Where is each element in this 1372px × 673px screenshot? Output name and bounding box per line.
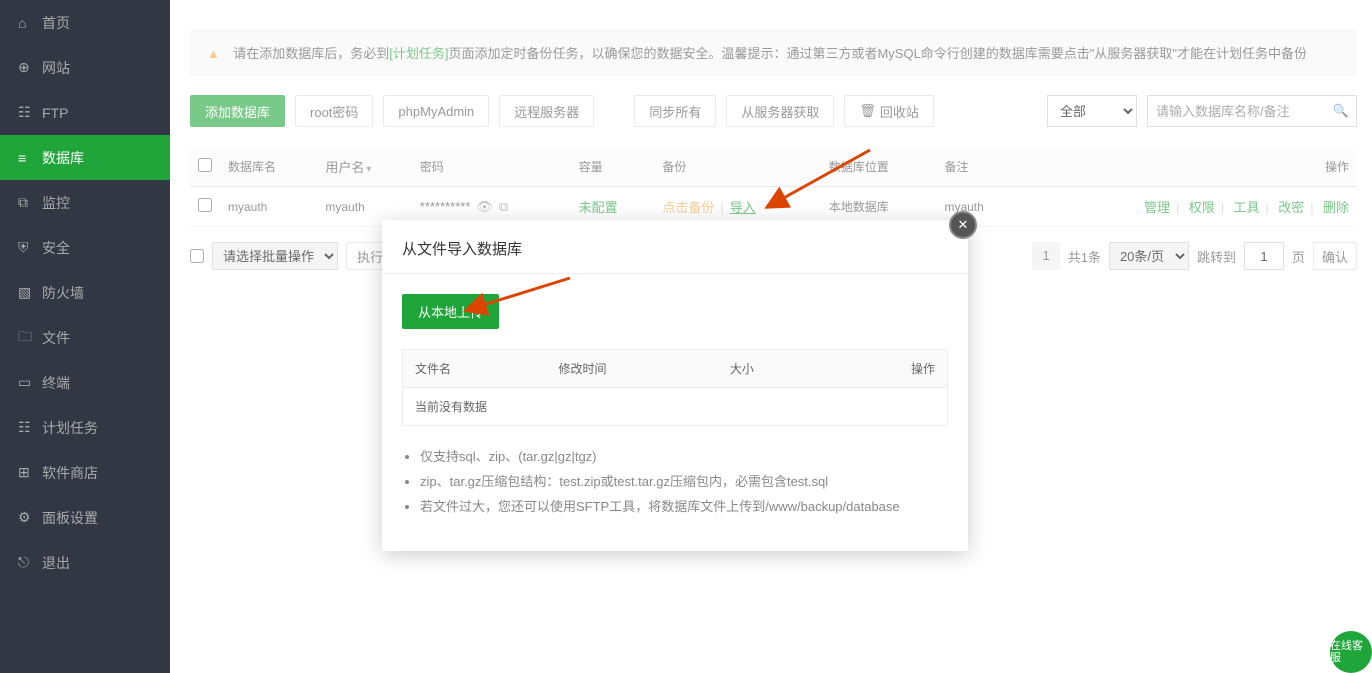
exit-icon: ⎋ xyxy=(18,554,42,571)
sidebar-item-label: 终端 xyxy=(42,373,70,393)
col-time: 修改时间 xyxy=(546,350,717,388)
sidebar-item-logout[interactable]: ⎋退出 xyxy=(0,540,170,585)
tips-list: 仅支持sql、zip、(tar.gz|gz|tgz) zip、tar.gz压缩包… xyxy=(402,446,948,515)
sidebar-item-label: 面板设置 xyxy=(42,508,98,528)
sidebar: ⌂首页 ⊕网站 ☷FTP ≡数据库 ⧉监控 ⛨安全 ▧防火墙 🗀文件 ▭终端 ☷… xyxy=(0,0,170,673)
sidebar-item-label: 退出 xyxy=(42,553,70,573)
sidebar-item-terminal[interactable]: ▭终端 xyxy=(0,360,170,405)
upload-table: 文件名 修改时间 大小 操作 当前没有数据 xyxy=(402,349,948,426)
apps-icon: ⊞ xyxy=(18,464,42,481)
terminal-icon: ▭ xyxy=(18,374,42,391)
sidebar-item-ftp[interactable]: ☷FTP xyxy=(0,90,170,135)
firewall-icon: ▧ xyxy=(18,284,42,301)
close-button[interactable]: ✕ xyxy=(949,211,977,239)
sidebar-item-label: 软件商店 xyxy=(42,463,98,483)
col-file: 文件名 xyxy=(403,350,547,388)
close-icon: ✕ xyxy=(958,217,969,233)
sidebar-item-cron[interactable]: ☷计划任务 xyxy=(0,405,170,450)
ftp-icon: ☷ xyxy=(18,104,42,121)
sidebar-item-label: 计划任务 xyxy=(42,418,98,438)
sidebar-item-home[interactable]: ⌂首页 xyxy=(0,0,170,45)
modal-title: 从文件导入数据库 xyxy=(382,220,968,274)
sidebar-item-database[interactable]: ≡数据库 xyxy=(0,135,170,180)
folder-icon: 🗀 xyxy=(18,326,42,350)
col-ops: 操作 xyxy=(832,350,947,388)
globe-icon: ⊕ xyxy=(18,59,42,76)
sidebar-item-label: 首页 xyxy=(42,13,70,33)
sidebar-item-label: 安全 xyxy=(42,238,70,258)
sidebar-item-label: 防火墙 xyxy=(42,283,84,303)
chart-icon: ⧉ xyxy=(18,194,42,211)
tip-item: 若文件过大，您还可以使用SFTP工具，将数据库文件上传到/www/backup/… xyxy=(420,496,948,515)
sidebar-item-label: 网站 xyxy=(42,58,70,78)
sidebar-item-label: 监控 xyxy=(42,193,70,213)
sidebar-item-firewall[interactable]: ▧防火墙 xyxy=(0,270,170,315)
tip-item: zip、tar.gz压缩包结构：test.zip或test.tar.gz压缩包内… xyxy=(420,471,948,490)
sidebar-item-label: 数据库 xyxy=(42,148,84,168)
upload-button[interactable]: 从本地上传 xyxy=(402,294,499,329)
home-icon: ⌂ xyxy=(18,15,42,31)
import-modal: ✕ 从文件导入数据库 从本地上传 文件名 修改时间 大小 操作 当前没有数据 仅… xyxy=(382,220,968,551)
gear-icon: ⚙ xyxy=(18,509,42,526)
sidebar-item-label: FTP xyxy=(42,105,68,121)
empty-row: 当前没有数据 xyxy=(403,388,948,426)
calendar-icon: ☷ xyxy=(18,419,42,436)
sidebar-item-label: 文件 xyxy=(42,328,70,348)
sidebar-item-store[interactable]: ⊞软件商店 xyxy=(0,450,170,495)
col-size: 大小 xyxy=(718,350,832,388)
support-button[interactable]: 在线客服 xyxy=(1330,631,1372,673)
database-icon: ≡ xyxy=(18,150,42,166)
sidebar-item-settings[interactable]: ⚙面板设置 xyxy=(0,495,170,540)
sidebar-item-files[interactable]: 🗀文件 xyxy=(0,315,170,360)
shield-icon: ⛨ xyxy=(18,239,42,256)
sidebar-item-security[interactable]: ⛨安全 xyxy=(0,225,170,270)
tip-item: 仅支持sql、zip、(tar.gz|gz|tgz) xyxy=(420,446,948,465)
sidebar-item-site[interactable]: ⊕网站 xyxy=(0,45,170,90)
sidebar-item-monitor[interactable]: ⧉监控 xyxy=(0,180,170,225)
